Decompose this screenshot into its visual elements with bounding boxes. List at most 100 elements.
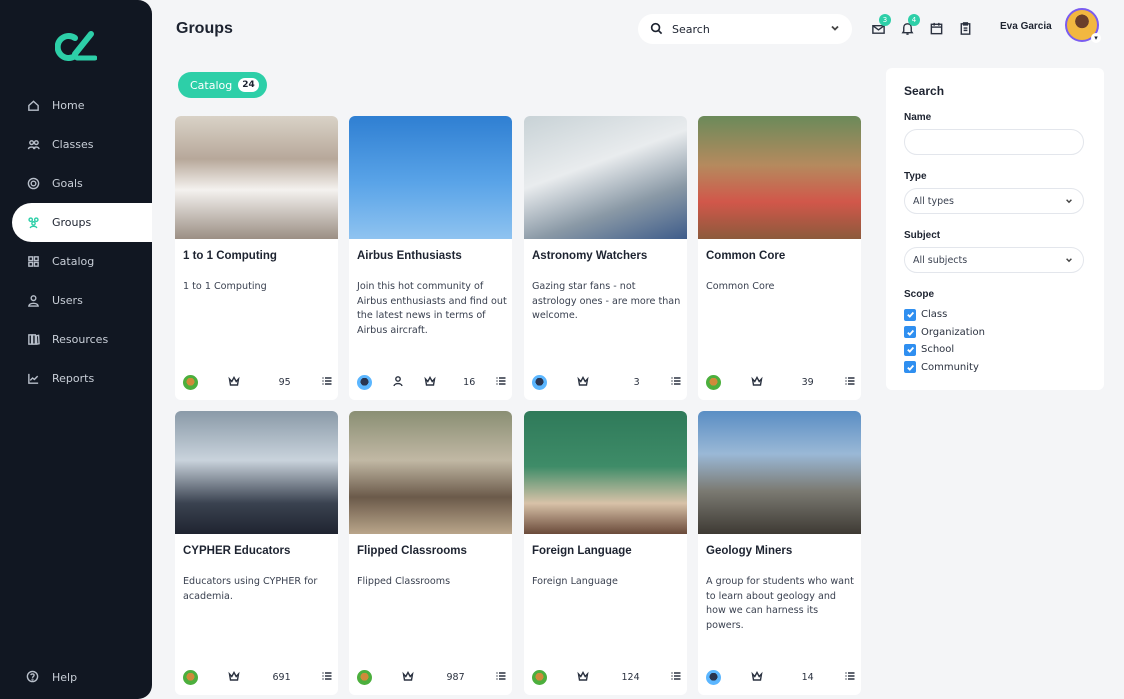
list-icon[interactable] xyxy=(321,375,333,390)
classes-icon xyxy=(26,138,40,152)
list-icon[interactable] xyxy=(495,375,507,390)
sidebar-item-groups[interactable]: Groups xyxy=(12,203,152,242)
app: Home Classes Goals Groups Catalog Users xyxy=(0,0,1124,699)
list-icon[interactable] xyxy=(670,375,682,390)
name-input[interactable] xyxy=(904,129,1084,155)
group-card-title[interactable]: Geology Miners xyxy=(706,545,792,557)
list-icon[interactable] xyxy=(844,670,856,685)
type-select[interactable]: All types xyxy=(904,188,1084,214)
group-card-title[interactable]: Flipped Classrooms xyxy=(357,545,467,557)
messages-button[interactable]: 3 xyxy=(868,14,891,38)
group-card-title[interactable]: Astronomy Watchers xyxy=(532,250,647,262)
educators-image xyxy=(175,411,338,534)
classroom-image xyxy=(698,116,861,239)
reports-icon xyxy=(26,372,40,386)
catalog-icon xyxy=(26,255,40,269)
chalkboard-image xyxy=(524,411,687,534)
checkbox-checked-icon[interactable] xyxy=(904,361,916,374)
messages-badge: 3 xyxy=(879,14,891,26)
telescope-image xyxy=(524,116,687,239)
sidebar-item-label: Home xyxy=(52,99,85,112)
global-search[interactable]: Search xyxy=(638,14,852,44)
crown-icon[interactable] xyxy=(577,670,589,685)
group-card-description: Flipped Classrooms xyxy=(357,576,451,587)
sidebar-item-classes[interactable]: Classes xyxy=(0,125,152,164)
group-card[interactable]: Flipped Classrooms Flipped Classrooms 987 xyxy=(349,411,512,695)
owner-avatar[interactable] xyxy=(706,669,721,685)
group-card-description: A group for students who want to learn a… xyxy=(706,576,854,631)
group-card-title[interactable]: 1 to 1 Computing xyxy=(183,250,277,262)
crown-icon[interactable] xyxy=(228,375,240,390)
group-card-title[interactable]: CYPHER Educators xyxy=(183,545,290,557)
group-card-title[interactable]: Common Core xyxy=(706,250,785,262)
checkbox-checked-icon[interactable] xyxy=(904,308,916,321)
checkbox-checked-icon[interactable] xyxy=(904,343,916,356)
chevron-down-icon[interactable] xyxy=(830,23,840,36)
sidebar-item-catalog[interactable]: Catalog xyxy=(0,242,152,281)
sidebar-item-reports[interactable]: Reports xyxy=(0,359,152,398)
airplane-image xyxy=(349,116,512,239)
owner-avatar[interactable] xyxy=(357,374,372,390)
list-icon[interactable] xyxy=(844,375,856,390)
owner-avatar[interactable] xyxy=(183,374,198,390)
group-card[interactable]: Astronomy Watchers Gazing star fans - not… xyxy=(524,116,687,400)
sidebar-item-users[interactable]: Users xyxy=(0,281,152,320)
scope-option[interactable]: School xyxy=(904,341,1086,359)
group-card[interactable]: Airbus Enthusiasts Join this hot communit… xyxy=(349,116,512,400)
group-card[interactable]: Common Core Common Core 39 xyxy=(698,116,861,400)
member-count: 39 xyxy=(801,376,814,388)
group-card[interactable]: 1 to 1 Computing 1 to 1 Computing 95 xyxy=(175,116,338,400)
sidebar-item-label: Classes xyxy=(52,138,94,151)
avatar-chevron-icon[interactable]: ▾ xyxy=(1091,33,1101,43)
group-card[interactable]: Foreign Language Foreign Language 124 xyxy=(524,411,687,695)
owner-avatar[interactable] xyxy=(357,669,372,685)
sidebar-item-goals[interactable]: Goals xyxy=(0,164,152,203)
checkbox-checked-icon[interactable] xyxy=(904,326,916,339)
owner-avatar[interactable] xyxy=(183,669,198,685)
group-card-footer: 3 xyxy=(532,374,682,390)
crown-icon[interactable] xyxy=(751,670,763,685)
user-name[interactable]: Eva Garcia xyxy=(1000,21,1052,32)
group-card-footer: 124 xyxy=(532,669,682,685)
crown-icon[interactable] xyxy=(751,375,763,390)
help-link[interactable]: Help xyxy=(26,670,77,684)
scope-option[interactable]: Community xyxy=(904,359,1086,377)
scope-option[interactable]: Organization xyxy=(904,324,1086,342)
catalog-chip-label: Catalog xyxy=(190,78,233,92)
scope-option[interactable]: Class xyxy=(904,306,1086,324)
owner-avatar[interactable] xyxy=(532,374,547,390)
search-filter-panel: Search Name Type All types Subject All s… xyxy=(886,68,1104,390)
group-card[interactable]: Geology Miners A group for students who w… xyxy=(698,411,861,695)
subject-select[interactable]: All subjects xyxy=(904,247,1084,273)
group-card[interactable]: CYPHER Educators Educators using CYPHER f… xyxy=(175,411,338,695)
list-icon[interactable] xyxy=(670,670,682,685)
member-count: 691 xyxy=(272,671,291,683)
owner-avatar[interactable] xyxy=(706,374,721,390)
group-card-footer: 14 xyxy=(706,669,856,685)
clipboard-button[interactable] xyxy=(955,18,975,38)
notifications-button[interactable]: 4 xyxy=(897,14,920,38)
list-icon[interactable] xyxy=(321,670,333,685)
member-icon[interactable] xyxy=(392,375,404,390)
chevron-down-icon xyxy=(1066,258,1072,263)
header-icons: 3 4 xyxy=(868,14,975,38)
crown-icon[interactable] xyxy=(423,375,436,390)
crown-icon[interactable] xyxy=(402,670,414,685)
crown-icon[interactable] xyxy=(228,670,240,685)
catalog-filter-chip[interactable]: Catalog 24 xyxy=(178,72,267,98)
sidebar-item-home[interactable]: Home xyxy=(0,86,152,125)
calendar-button[interactable] xyxy=(926,18,946,38)
catalog-count-badge: 24 xyxy=(238,78,259,92)
group-card-description: Educators using CYPHER for academia. xyxy=(183,576,318,602)
logo-icon[interactable] xyxy=(55,30,97,64)
scope-option-label: Organization xyxy=(921,326,985,338)
group-card-title[interactable]: Foreign Language xyxy=(532,545,632,557)
owner-avatar[interactable] xyxy=(532,669,547,685)
help-label: Help xyxy=(52,670,78,684)
crown-icon[interactable] xyxy=(577,375,589,390)
chevron-down-icon xyxy=(1066,199,1072,204)
list-icon[interactable] xyxy=(495,670,507,685)
group-card-title[interactable]: Airbus Enthusiasts xyxy=(357,250,462,262)
sidebar-nav: Home Classes Goals Groups Catalog Users xyxy=(0,86,152,398)
sidebar-item-resources[interactable]: Resources xyxy=(0,320,152,359)
